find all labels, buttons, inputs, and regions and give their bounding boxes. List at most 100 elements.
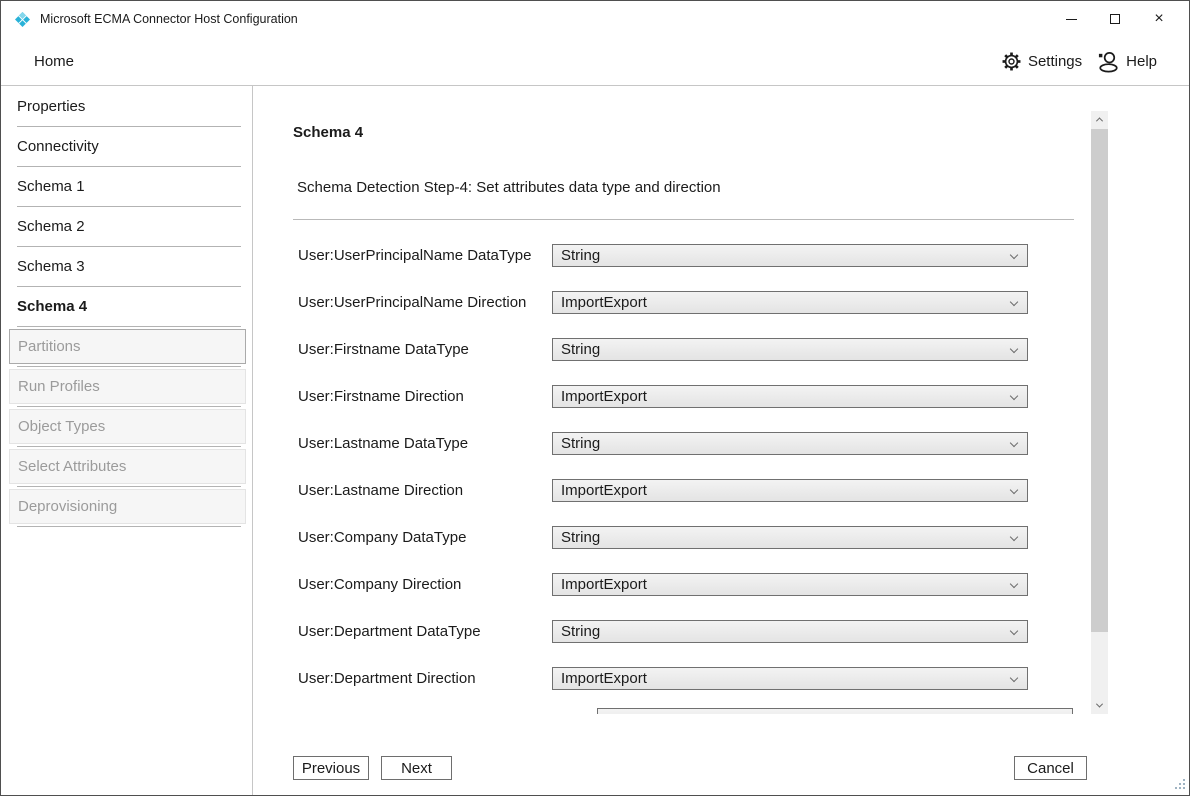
divider: [17, 366, 241, 367]
attribute-select[interactable]: String: [552, 432, 1028, 455]
chevron-down-icon: [1010, 345, 1018, 353]
cancel-button[interactable]: Cancel: [1014, 756, 1087, 780]
settings-label: Settings: [1028, 53, 1082, 70]
attribute-select[interactable]: ImportExport: [552, 291, 1028, 314]
chevron-down-icon: [1010, 580, 1018, 588]
window-controls: ×: [1049, 1, 1181, 37]
sidebar-item-object-types: Object Types: [9, 409, 246, 444]
chevron-down-icon: [1010, 627, 1018, 635]
resize-grip[interactable]: [1173, 779, 1185, 791]
chevron-down-icon: [1010, 439, 1018, 447]
attribute-label: User:UserPrincipalName Direction: [253, 291, 552, 314]
sidebar-item-connectivity[interactable]: Connectivity: [1, 127, 252, 166]
select-value: ImportExport: [561, 670, 647, 687]
divider: [17, 446, 241, 447]
previous-button[interactable]: Previous: [293, 756, 369, 780]
scrollbar[interactable]: [1091, 111, 1108, 714]
maximize-button[interactable]: [1093, 1, 1137, 37]
attribute-label: User:Firstname Direction: [253, 385, 552, 408]
close-button[interactable]: ×: [1137, 1, 1181, 37]
scroll-down-button[interactable]: [1091, 697, 1108, 714]
divider: [17, 486, 241, 487]
app-icon: [14, 11, 31, 28]
attribute-label: User:Department Direction: [253, 667, 552, 690]
select-value: ImportExport: [561, 294, 647, 311]
sidebar-item-partitions: Partitions: [9, 329, 246, 364]
sidebar-item-properties[interactable]: Properties: [1, 87, 252, 126]
sidebar-item-label: Partitions: [18, 338, 81, 355]
sidebar-item-schema-3[interactable]: Schema 3: [1, 247, 252, 286]
sidebar-item-label: Schema 3: [17, 258, 85, 275]
sidebar-item-label: Object Types: [18, 418, 105, 435]
attribute-select[interactable]: ImportExport: [552, 667, 1028, 690]
sidebar-item-select-attributes: Select Attributes: [9, 449, 246, 484]
sidebar-item-schema-4[interactable]: Schema 4: [1, 287, 252, 326]
sidebar-item-schema-2[interactable]: Schema 2: [1, 207, 252, 246]
app-body: Properties Connectivity Schema 1 Schema …: [1, 86, 1189, 795]
chevron-down-icon: [1010, 674, 1018, 682]
attribute-select[interactable]: String: [552, 338, 1028, 361]
form-rows: User:UserPrincipalName DataType String U…: [253, 244, 1083, 714]
sidebar-item-label: Schema 1: [17, 178, 85, 195]
titlebar: Microsoft ECMA Connector Host Configurat…: [1, 1, 1189, 37]
main-panel: Schema 4 Schema Detection Step-4: Set at…: [253, 86, 1189, 795]
settings-button[interactable]: Settings: [1001, 51, 1082, 72]
scrollbar-thumb[interactable]: [1091, 129, 1108, 632]
attribute-label: User:Firstname DataType: [253, 338, 552, 361]
attribute-select[interactable]: ImportExport: [552, 385, 1028, 408]
form-row: User:Department DataType String: [253, 620, 1083, 643]
form-row: User:Department Direction ImportExport: [253, 667, 1083, 690]
form-row: User:Company DataType String: [253, 526, 1083, 549]
chevron-down-icon: [1010, 298, 1018, 306]
sidebar-item-label: Properties: [17, 98, 85, 115]
select-value: String: [561, 341, 600, 358]
divider: [293, 219, 1074, 220]
gear-icon: [1001, 51, 1022, 72]
select-value: String: [561, 529, 600, 546]
attribute-select[interactable]: ImportExport: [552, 573, 1028, 596]
attribute-label: User:Company Direction: [253, 573, 552, 596]
attribute-label: User:Lastname Direction: [253, 479, 552, 502]
attribute-select-partial[interactable]: [597, 708, 1073, 714]
attribute-label: User:UserPrincipalName DataType: [253, 244, 552, 267]
maximize-icon: [1110, 14, 1120, 24]
chevron-down-icon: [1010, 251, 1018, 259]
next-button[interactable]: Next: [381, 756, 452, 780]
chevron-up-icon: [1096, 117, 1103, 124]
form-row: User:Firstname DataType String: [253, 338, 1083, 361]
attribute-select[interactable]: String: [552, 526, 1028, 549]
help-button[interactable]: Help: [1097, 50, 1157, 73]
select-value: String: [561, 435, 600, 452]
sidebar-item-label: Deprovisioning: [18, 498, 117, 515]
form-row: User:UserPrincipalName DataType String: [253, 244, 1083, 267]
scroll-up-button[interactable]: [1091, 111, 1108, 128]
select-value: ImportExport: [561, 482, 647, 499]
divider: [17, 406, 241, 407]
sidebar-item-run-profiles: Run Profiles: [9, 369, 246, 404]
attribute-select[interactable]: String: [552, 620, 1028, 643]
chevron-down-icon: [1010, 533, 1018, 541]
attribute-select[interactable]: String: [552, 244, 1028, 267]
window-title: Microsoft ECMA Connector Host Configurat…: [40, 12, 298, 26]
attribute-label: User:Lastname DataType: [253, 432, 552, 455]
grip-dots: [1183, 779, 1185, 781]
attribute-label: User:Department DataType: [253, 620, 552, 643]
select-value: String: [561, 247, 600, 264]
minimize-button[interactable]: [1049, 1, 1093, 37]
sidebar-nav: Properties Connectivity Schema 1 Schema …: [1, 86, 253, 795]
form-row: User:Company Direction ImportExport: [253, 573, 1083, 596]
menubar: Home: [1, 37, 1189, 86]
page-title: Schema 4: [293, 124, 363, 141]
select-value: String: [561, 623, 600, 640]
form-row: User:Lastname Direction ImportExport: [253, 479, 1083, 502]
menu-item-home[interactable]: Home: [34, 53, 74, 70]
form-row: User:Lastname DataType String: [253, 432, 1083, 455]
divider: [17, 526, 241, 527]
sidebar-item-schema-1[interactable]: Schema 1: [1, 167, 252, 206]
chevron-down-icon: [1096, 701, 1103, 708]
chevron-down-icon: [1010, 392, 1018, 400]
attribute-select[interactable]: ImportExport: [552, 479, 1028, 502]
form-row: User:UserPrincipalName Direction ImportE…: [253, 291, 1083, 314]
sidebar-item-label: Select Attributes: [18, 458, 126, 475]
menubar-right: Settings Help: [1001, 50, 1157, 73]
